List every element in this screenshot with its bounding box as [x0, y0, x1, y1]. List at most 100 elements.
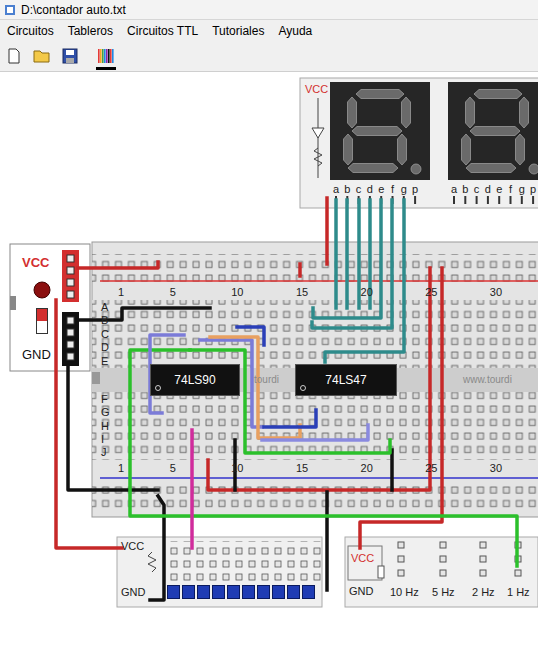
- watermark-text: tourdi: [254, 375, 279, 385]
- led: [227, 585, 240, 599]
- row-letter: A: [101, 302, 108, 313]
- led: [257, 585, 270, 599]
- open-folder-icon: [33, 48, 51, 64]
- segment-pin-label: p: [412, 184, 418, 195]
- toolbar: [0, 42, 538, 72]
- column-number: 30: [490, 463, 502, 474]
- menu-item[interactable]: Ayuda: [278, 22, 312, 40]
- led: [242, 585, 255, 599]
- row-letter: G: [101, 407, 110, 418]
- clock-vcc-label: VCC: [351, 553, 374, 564]
- chip-notch-icon: [300, 385, 306, 391]
- breadboard: [92, 242, 538, 517]
- chip-notch-icon: [155, 385, 161, 391]
- ic-chip[interactable]: 74LS47: [295, 364, 397, 396]
- column-number: 5: [170, 287, 176, 298]
- row-letter: E: [101, 356, 108, 367]
- wire-colors-icon: [97, 48, 115, 64]
- led-board-gnd-label: GND: [121, 587, 145, 598]
- segment-pin-label: g: [519, 184, 525, 195]
- display-board: [300, 78, 538, 208]
- display-vcc-label: VCC: [305, 84, 328, 95]
- led-board-vcc-label: VCC: [121, 541, 144, 552]
- row-letter: J: [101, 447, 107, 458]
- led: [272, 585, 285, 599]
- segment-pin-label: c: [474, 184, 480, 195]
- toolbar-button[interactable]: [59, 46, 81, 70]
- app-icon: [4, 4, 16, 16]
- row-letter: B: [101, 315, 108, 326]
- led: [287, 585, 300, 599]
- column-number: 20: [361, 287, 373, 298]
- window-title: D:\contador auto.txt: [21, 1, 126, 19]
- power-supply: [10, 244, 90, 371]
- row-letter: D: [101, 342, 109, 353]
- segment-pin-label: a: [333, 184, 339, 195]
- clock-gnd-label: GND: [349, 586, 373, 597]
- toolbar-button[interactable]: [31, 46, 53, 70]
- column-number: 15: [296, 463, 308, 474]
- chip-label: 74LS47: [325, 374, 366, 386]
- segment-pin-label: b: [344, 184, 350, 195]
- menu-item[interactable]: Circuitos TTL: [127, 22, 198, 40]
- ic-chip[interactable]: 74LS90: [150, 364, 240, 396]
- clock-frequency-label: 2 Hz: [472, 587, 495, 598]
- clock-frequency-label: 10 Hz: [390, 587, 419, 598]
- led-board: [117, 537, 322, 607]
- clock-frequency-label: 5 Hz: [432, 587, 455, 598]
- segment-pin-label: a: [451, 184, 457, 195]
- led-row: [167, 585, 315, 599]
- segment-pin-label: p: [530, 184, 536, 195]
- column-number: 25: [425, 287, 437, 298]
- seven-segment-digit: [448, 82, 538, 180]
- column-number: 25: [425, 463, 437, 474]
- app-window: D:\contador auto.txtCircuitosTablerosCir…: [0, 0, 538, 647]
- column-number: 5: [170, 463, 176, 474]
- watermark-text: www.tourdi: [463, 375, 512, 385]
- chip-label: 74LS90: [174, 374, 215, 386]
- led: [302, 585, 315, 599]
- toolbar-button[interactable]: [3, 46, 25, 70]
- toolbar-button[interactable]: [95, 46, 117, 70]
- title-bar: D:\contador auto.txt: [0, 0, 538, 20]
- save-disk-icon: [62, 48, 78, 64]
- wires: [56, 198, 517, 600]
- column-number: 10: [231, 287, 243, 298]
- power-vcc-label: VCC: [22, 256, 49, 269]
- menu-item[interactable]: Tutoriales: [212, 22, 264, 40]
- column-number: 15: [296, 287, 308, 298]
- segment-pin-label: d: [485, 184, 491, 195]
- segment-pin-label: f: [509, 184, 512, 195]
- clock-board: [345, 537, 538, 607]
- row-letter: I: [101, 434, 104, 445]
- row-letter: F: [101, 394, 108, 405]
- led: [212, 585, 225, 599]
- segment-pin-label: b: [462, 184, 468, 195]
- row-letter: H: [101, 421, 109, 432]
- column-number: 1: [118, 463, 124, 474]
- power-switch[interactable]: [36, 308, 48, 334]
- circuit-drawing: [0, 0, 538, 647]
- power-gnd-label: GND: [22, 348, 51, 361]
- column-number: 1: [118, 287, 124, 298]
- segment-pin-label: e: [496, 184, 502, 195]
- segment-pin-label: f: [391, 184, 394, 195]
- led: [167, 585, 180, 599]
- new-file-icon: [6, 48, 22, 64]
- menu-item[interactable]: Tableros: [68, 22, 113, 40]
- menu-item[interactable]: Circuitos: [7, 22, 54, 40]
- clock-frequency-label: 1 Hz: [507, 587, 530, 598]
- row-letter: C: [101, 329, 109, 340]
- circuit-canvas: VCCabcdefgpabcdefgp151015202530151015202…: [0, 72, 538, 647]
- menu-bar: Circuitos Tableros Circuitos TTL Tutoriales…: [0, 20, 538, 42]
- segment-pin-label: e: [378, 184, 384, 195]
- seven-segment-digit: [330, 82, 430, 180]
- segment-pin-label: d: [367, 184, 373, 195]
- column-number: 30: [490, 287, 502, 298]
- segment-pin-label: g: [401, 184, 407, 195]
- led: [182, 585, 195, 599]
- led: [197, 585, 210, 599]
- column-number: 20: [361, 463, 373, 474]
- column-number: 10: [231, 463, 243, 474]
- segment-pin-label: c: [356, 184, 362, 195]
